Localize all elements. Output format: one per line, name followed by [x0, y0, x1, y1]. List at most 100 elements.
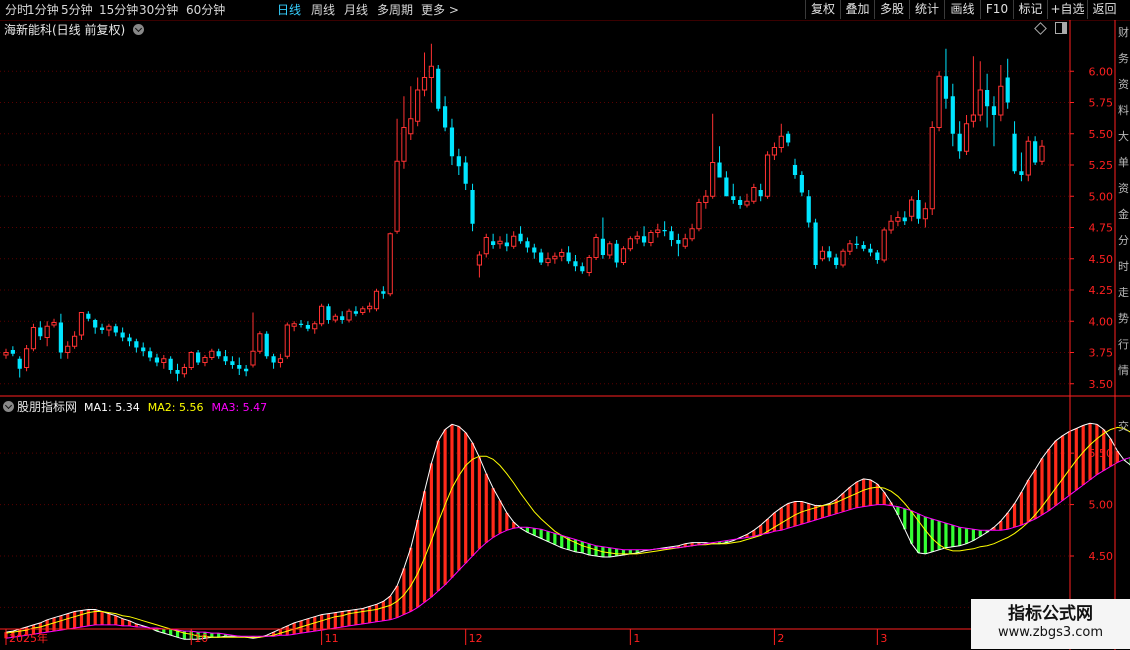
- candle-down: [113, 323, 118, 337]
- price-tick-label: 4.00: [1089, 315, 1114, 328]
- candle-body: [634, 235, 640, 240]
- candle-body: [778, 135, 784, 148]
- candle-body: [58, 322, 63, 353]
- candle-body: [689, 228, 695, 240]
- candle-up: [922, 202, 928, 228]
- side-tab-glyph[interactable]: 务: [1117, 50, 1130, 66]
- candle-body: [696, 202, 702, 230]
- candle-body: [545, 258, 551, 263]
- side-tab-glyph[interactable]: 资: [1117, 76, 1130, 92]
- candle-body: [792, 165, 798, 175]
- candle-body: [758, 190, 763, 197]
- chart-canvas[interactable]: 3.50 3.75 4.00 4.25 4.50 4.75 5.00 5.25 5.50 5.75…: [0, 0, 1130, 650]
- candle-body: [1033, 141, 1038, 163]
- candle-up: [771, 142, 778, 160]
- candle-body: [367, 305, 373, 310]
- candle-body: [875, 252, 880, 260]
- watermark-title: 指标公式网: [1008, 604, 1093, 624]
- candle-body: [559, 252, 565, 257]
- candle-body: [710, 162, 716, 197]
- candle-up: [367, 302, 373, 313]
- candle-up: [559, 248, 565, 262]
- candle-body: [332, 315, 338, 321]
- candle-up: [497, 236, 503, 249]
- candle-up: [401, 96, 407, 169]
- side-tab-glyph[interactable]: 大: [1117, 128, 1130, 144]
- side-tab-glyph[interactable]: 料: [1117, 102, 1130, 118]
- candle-body: [326, 306, 331, 320]
- side-tab-glyph[interactable]: 财: [1117, 24, 1130, 40]
- ma-fill-layer: [4, 423, 1130, 640]
- side-tab-glyph[interactable]: 资: [1117, 180, 1130, 196]
- candle-down: [861, 241, 866, 252]
- price-tick-label: 3.75: [1089, 347, 1114, 360]
- candle-up: [710, 113, 716, 199]
- candle-up: [476, 251, 483, 278]
- side-tab-glyph[interactable]: 走: [1117, 284, 1130, 300]
- candle-up: [387, 232, 393, 297]
- price-tick-label: 5.50: [1089, 128, 1114, 141]
- candle-up: [408, 86, 414, 140]
- side-tab-glyph[interactable]: 单: [1117, 154, 1130, 170]
- candle-up: [689, 223, 695, 242]
- candle-body: [648, 232, 654, 243]
- candlestick-layer: [3, 43, 1045, 382]
- candle-down: [573, 255, 578, 272]
- candle-down: [854, 236, 859, 249]
- candle-down: [264, 331, 269, 359]
- candle-body: [1019, 171, 1024, 175]
- side-tab-glyph[interactable]: 情: [1117, 362, 1130, 378]
- candle-up: [552, 252, 558, 264]
- price-tick-label: 5.00: [1089, 190, 1114, 203]
- side-tab-glyph[interactable]: 行: [1117, 336, 1130, 352]
- candle-body: [154, 357, 160, 363]
- candle-body: [936, 75, 942, 128]
- candle-body: [580, 266, 585, 272]
- candle-body: [840, 250, 846, 266]
- candle-body: [963, 123, 970, 152]
- candle-down: [525, 237, 530, 253]
- side-tab-glyph[interactable]: 时: [1117, 258, 1130, 274]
- candle-down: [436, 65, 441, 112]
- candle-down: [230, 356, 235, 369]
- candle-down: [127, 333, 132, 347]
- candle-body: [916, 200, 921, 219]
- candle-body: [483, 237, 489, 255]
- candle-body: [202, 357, 208, 363]
- candle-down: [86, 311, 91, 322]
- candle-body: [271, 356, 276, 363]
- side-tab-glyph[interactable]: 分: [1117, 232, 1130, 248]
- candle-down: [580, 262, 585, 274]
- candle-body: [10, 350, 15, 354]
- candle-down: [271, 353, 276, 369]
- candle-down: [237, 357, 242, 375]
- candle-down: [216, 348, 221, 359]
- candle-body: [669, 231, 674, 240]
- candle-up: [607, 241, 613, 259]
- candle-up: [1039, 140, 1045, 165]
- candle-up: [428, 43, 434, 103]
- candle-up: [181, 363, 187, 378]
- candle-down: [442, 96, 448, 132]
- candle-body: [641, 236, 647, 243]
- candle-down: [470, 183, 475, 232]
- date-tick-label: 3: [880, 632, 887, 645]
- candle-up: [483, 233, 489, 258]
- candle-body: [957, 133, 962, 152]
- candle-down: [353, 306, 359, 317]
- side-tab-glyph[interactable]: 势: [1117, 310, 1130, 326]
- candle-body: [346, 310, 352, 321]
- date-tick-label: 1: [633, 632, 640, 645]
- candle-down: [120, 327, 125, 342]
- candle-body: [244, 368, 249, 372]
- candle-down: [99, 323, 105, 334]
- candle-down: [806, 190, 811, 228]
- side-tab-glyph[interactable]: 金: [1117, 206, 1130, 222]
- candle-body: [456, 156, 461, 167]
- candle-body: [806, 196, 811, 223]
- candle-body: [682, 238, 688, 247]
- side-tab-glyph[interactable]: 交: [1117, 418, 1130, 434]
- candle-body: [731, 196, 736, 200]
- candle-up: [51, 318, 57, 328]
- candle-up: [78, 312, 85, 340]
